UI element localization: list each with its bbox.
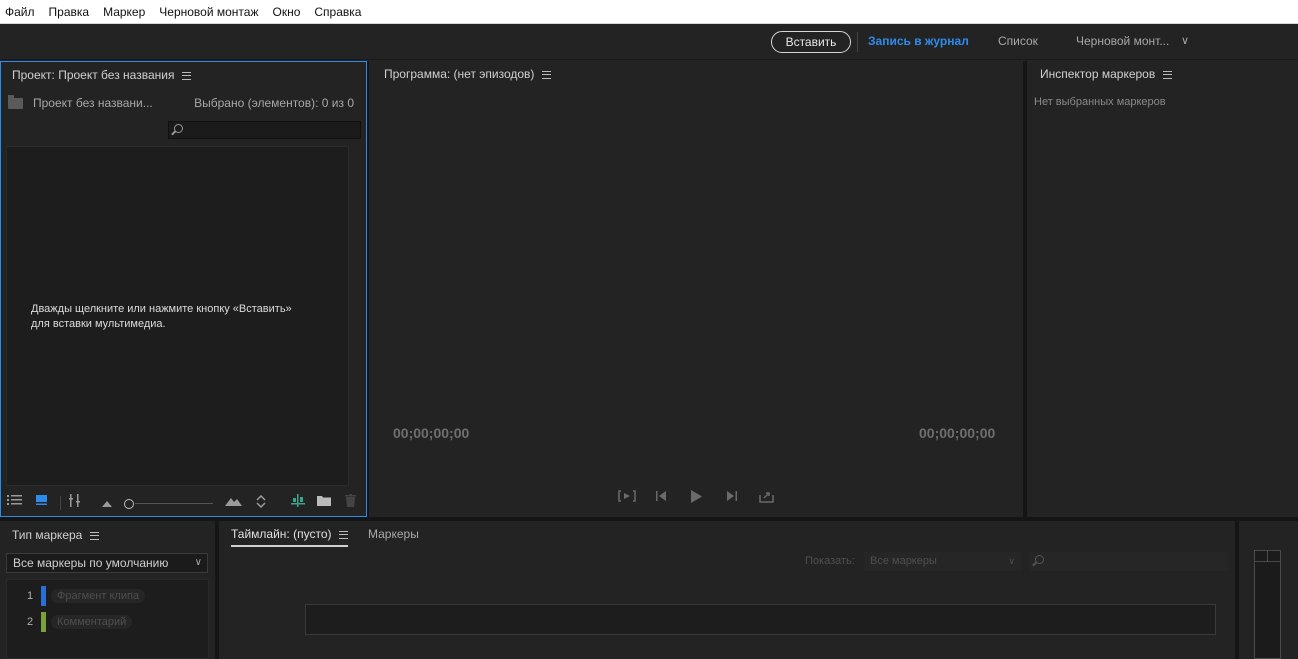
toolbar-separator (60, 496, 61, 510)
panel-menu-icon[interactable] (182, 71, 192, 80)
marker-type-number: 1 (27, 590, 34, 602)
timeline-track[interactable] (305, 604, 1216, 635)
selection-count: Выбрано (элементов): 0 из 0 (194, 96, 354, 110)
menu-bar: Файл Правка Маркер Черновой монтаж Окно … (0, 0, 1298, 24)
marker-type-header: Тип маркера (12, 528, 100, 542)
play-icon[interactable] (690, 490, 702, 506)
program-panel-title: Программа: (нет эпизодов) (384, 67, 535, 81)
menu-window[interactable]: Окно (273, 5, 301, 19)
marker-type-label[interactable]: Фрагмент клипа (51, 589, 146, 603)
panel-menu-icon[interactable] (1163, 70, 1173, 79)
marker-type-panel: Тип маркера Все маркеры по умолчанию ∨ 1… (0, 521, 215, 659)
workspace-tab-list[interactable]: Список (998, 34, 1038, 48)
workspace-tab-logging[interactable]: Запись в журнал (868, 34, 969, 48)
project-toolbar (1, 490, 366, 516)
chevron-down-icon: ∨ (1008, 556, 1015, 566)
marker-inspector-header: Инспектор маркеров (1040, 67, 1173, 81)
project-panel-title: Проект: Проект без названия (12, 68, 175, 82)
project-media-list[interactable]: Дважды щелкните или нажмите кнопку «Вста… (6, 146, 349, 486)
workspace-tab-rough-cut[interactable]: Черновой монт... (1076, 34, 1169, 48)
timeline-search-input[interactable] (1029, 552, 1228, 571)
list-view-icon[interactable] (7, 494, 23, 509)
panel-menu-icon[interactable] (542, 70, 552, 79)
timecode-in[interactable]: 00;00;00;00 (393, 425, 469, 441)
tab-timeline-label: Таймлайн: (пусто) (231, 527, 332, 541)
menu-marker[interactable]: Маркер (103, 5, 145, 19)
program-panel-header: Программа: (нет эпизодов) (384, 67, 552, 81)
project-search-input[interactable] (168, 121, 361, 139)
project-name: Проект без названи... (33, 96, 153, 110)
search-icon (174, 124, 183, 133)
marker-type-item[interactable]: 2 Комментарий (7, 612, 207, 632)
import-button[interactable]: Вставить (771, 31, 851, 53)
marker-type-item[interactable]: 1 Фрагмент клипа (7, 586, 207, 606)
marker-type-dropdown[interactable]: Все маркеры по умолчанию ∨ (6, 553, 208, 573)
new-bin-folder-icon[interactable] (317, 495, 331, 509)
freeform-view-icon[interactable] (69, 494, 81, 510)
marker-color-swatch (41, 586, 46, 606)
zoom-slider-track[interactable] (135, 503, 213, 504)
marker-type-list: 1 Фрагмент клипа 2 Комментарий (6, 579, 209, 659)
tab-markers[interactable]: Маркеры (368, 527, 419, 541)
zoom-out-mountain-icon[interactable] (102, 496, 112, 510)
empty-project-message: Дважды щелкните или нажмите кнопку «Вста… (31, 302, 331, 332)
sort-icon[interactable] (256, 494, 266, 511)
show-filter-dropdown[interactable]: Все маркеры ∨ (864, 552, 1021, 571)
marker-inspector-panel: Инспектор маркеров Нет выбранных маркеро… (1027, 61, 1298, 517)
marker-color-swatch (41, 612, 46, 632)
show-filter-value: Все маркеры (870, 555, 937, 567)
workspace-separator (857, 32, 858, 52)
timecode-out[interactable]: 00;00;00;00 (919, 425, 995, 441)
project-panel-header: Проект: Проект без названия (12, 68, 192, 82)
export-frame-icon[interactable] (759, 490, 775, 506)
project-panel: Проект: Проект без названия Проект без н… (0, 61, 367, 517)
menu-rough-cut[interactable]: Черновой монтаж (159, 5, 258, 19)
marker-type-title: Тип маркера (12, 528, 83, 542)
marker-type-label[interactable]: Комментарий (51, 615, 133, 629)
show-filter-label: Показать: (805, 555, 855, 567)
go-to-in-icon[interactable] (618, 490, 636, 505)
zoom-in-mountain-icon[interactable] (225, 495, 242, 509)
step-back-icon[interactable] (655, 490, 667, 505)
menu-help[interactable]: Справка (314, 5, 361, 19)
chevron-down-icon: ∨ (194, 557, 202, 568)
program-monitor-panel: Программа: (нет эпизодов) 00;00;00;00 00… (369, 61, 1023, 517)
zoom-slider-thumb[interactable] (124, 499, 134, 509)
tab-timeline[interactable]: Таймлайн: (пусто) (231, 527, 349, 547)
menu-file[interactable]: Файл (5, 5, 35, 19)
search-icon (1035, 555, 1044, 564)
no-markers-message: Нет выбранных маркеров (1034, 96, 1166, 108)
marker-inspector-title: Инспектор маркеров (1040, 67, 1156, 81)
bin-folder-icon (8, 95, 23, 109)
trash-icon[interactable] (345, 494, 356, 510)
audio-meter-panel (1239, 521, 1298, 659)
audio-meter (1254, 550, 1281, 659)
step-forward-icon[interactable] (726, 490, 738, 505)
menu-edit[interactable]: Правка (49, 5, 90, 19)
workspace-bar: Вставить Запись в журнал Список Черновой… (0, 24, 1298, 60)
panel-menu-icon[interactable] (90, 531, 100, 540)
empty-project-line-1: Дважды щелкните или нажмите кнопку «Вста… (31, 303, 292, 315)
icon-view-icon[interactable] (36, 494, 48, 509)
workspace-overflow-chevron-icon[interactable]: ∨ (1181, 34, 1189, 47)
panel-menu-icon[interactable] (339, 530, 349, 539)
timeline-panel: Таймлайн: (пусто) Маркеры Показать: Все … (219, 521, 1235, 659)
marker-type-dropdown-value: Все маркеры по умолчанию (13, 556, 169, 570)
marker-type-number: 2 (27, 616, 34, 628)
automate-to-sequence-icon[interactable] (291, 494, 305, 510)
empty-project-line-2: для вставки мультимедиа. (31, 318, 166, 330)
